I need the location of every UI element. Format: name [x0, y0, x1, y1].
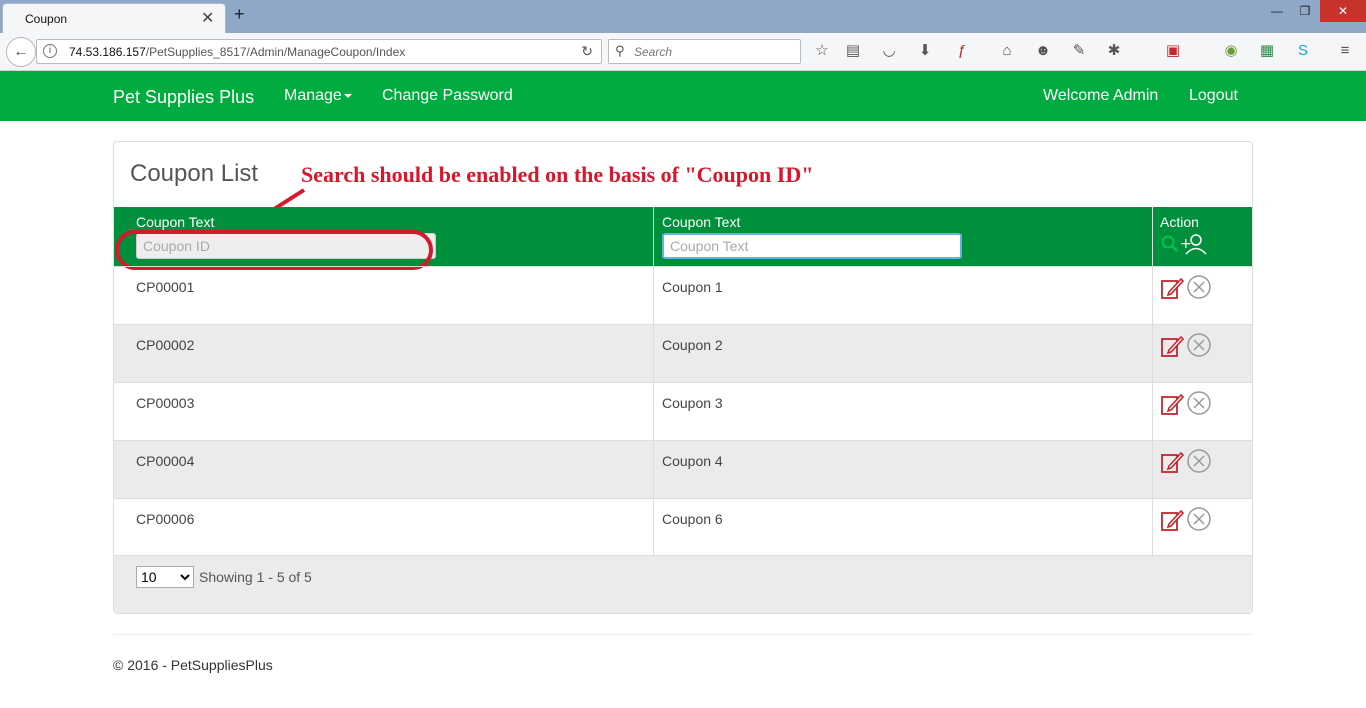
skype-icon[interactable]: S [1293, 41, 1313, 61]
edit-icon[interactable] [1160, 276, 1185, 303]
table-footer: 10 Showing 1 - 5 of 5 [114, 555, 1252, 613]
coupon-text: Coupon 2 [662, 337, 723, 353]
change-password-link[interactable]: Change Password [382, 87, 513, 105]
table-row: CP00003 Coupon 3 [114, 382, 1252, 440]
brand-link[interactable]: Pet Supplies Plus [113, 87, 254, 108]
coupon-id: CP00002 [136, 337, 195, 353]
browser-search-input[interactable]: ⚲ Search [608, 39, 801, 64]
coupon-text-cell: Coupon 3 [654, 383, 1153, 440]
edit-icon[interactable] [1160, 450, 1185, 477]
coupon-text-cell: Coupon 2 [654, 325, 1153, 382]
edit-icon[interactable] [1160, 392, 1185, 419]
coupon-text-filter[interactable] [662, 233, 962, 259]
delete-icon[interactable] [1186, 390, 1212, 419]
address-bar[interactable]: i 74.53.186.157/PetSupplies_8517/Admin/M… [36, 39, 602, 64]
divider [113, 634, 1253, 635]
extension-icon[interactable]: ◉ [1221, 41, 1241, 61]
coupon-id-cell: CP00001 [114, 267, 654, 324]
coupon-id: CP00004 [136, 453, 195, 469]
column-label: Coupon Text [136, 214, 215, 230]
coupon-list-panel: Coupon List Search should be enabled on … [113, 141, 1253, 614]
search-placeholder: Search [634, 45, 673, 59]
search-add-user-icons[interactable]: + [1159, 233, 1211, 257]
action-cell [1153, 267, 1252, 324]
bug-icon[interactable]: ✱ [1104, 41, 1124, 61]
caret-down-icon [343, 93, 352, 98]
table-row: CP00004 Coupon 4 [114, 440, 1252, 498]
coupon-text: Coupon 4 [662, 453, 723, 469]
delete-icon[interactable] [1186, 506, 1212, 535]
coupon-text: Coupon 1 [662, 279, 723, 295]
sheet-icon[interactable]: ▦ [1257, 41, 1277, 61]
action-cell [1153, 499, 1252, 556]
minimize-icon[interactable]: — [1262, 0, 1292, 22]
welcome-text: Welcome Admin [1043, 87, 1159, 104]
coupon-text: Coupon 6 [662, 511, 723, 527]
restore-icon[interactable]: ❐ [1290, 0, 1320, 22]
download-icon[interactable]: ⬇ [915, 41, 935, 61]
coupon-id: CP00006 [136, 511, 195, 527]
column-header-action: Action + [1153, 207, 1252, 266]
delete-icon[interactable] [1186, 274, 1212, 303]
bookmark-star-icon[interactable]: ☆ [812, 41, 832, 61]
manage-menu[interactable]: Manage [284, 87, 352, 105]
new-tab-button[interactable]: + [234, 4, 245, 25]
news-icon[interactable]: ▣ [1163, 41, 1183, 61]
screenshot-icon[interactable]: ✎ [1069, 41, 1089, 61]
table-row: CP00002 Coupon 2 [114, 324, 1252, 382]
reload-icon[interactable]: ↻ [581, 43, 593, 60]
delete-icon[interactable] [1186, 448, 1212, 477]
site-navbar: Pet Supplies Plus Manage Change Password… [0, 71, 1366, 121]
coupon-id-cell: CP00003 [114, 383, 654, 440]
showing-count: Showing 1 - 5 of 5 [199, 569, 312, 585]
url-text: 74.53.186.157/PetSupplies_8517/Admin/Man… [69, 45, 406, 59]
table-row: CP00006 Coupon 6 [114, 498, 1252, 556]
add-user-icon [1190, 234, 1202, 246]
action-cell [1153, 325, 1252, 382]
coupon-id-cell: CP00004 [114, 441, 654, 498]
search-icon: ⚲ [615, 43, 625, 58]
column-label: Action [1160, 214, 1199, 230]
coupon-text-cell: Coupon 6 [654, 499, 1153, 556]
home-icon[interactable]: ⌂ [997, 41, 1017, 61]
chat-icon[interactable]: ☻ [1033, 41, 1053, 61]
table-row: CP00001 Coupon 1 [114, 266, 1252, 324]
coupon-id: CP00003 [136, 395, 195, 411]
logout-link[interactable]: Logout [1189, 87, 1238, 105]
edit-icon[interactable] [1160, 508, 1185, 535]
reading-list-icon[interactable]: ▤ [843, 41, 863, 61]
tab-title: Coupon [25, 12, 68, 26]
coupon-text-cell: Coupon 1 [654, 267, 1153, 324]
pocket-icon[interactable]: ◡ [879, 41, 899, 61]
browser-toolbar: ← i 74.53.186.157/PetSupplies_8517/Admin… [0, 33, 1366, 71]
menu-icon[interactable]: ≡ [1335, 41, 1355, 61]
delete-icon[interactable] [1186, 332, 1212, 361]
browser-tab[interactable]: Coupon ✕ [2, 3, 226, 33]
action-cell [1153, 441, 1252, 498]
edit-icon[interactable] [1160, 334, 1185, 361]
back-arrow-icon[interactable]: ← [6, 37, 36, 67]
column-header-coupon-text: Coupon Text [654, 207, 1153, 266]
coupon-id: CP00001 [136, 279, 195, 295]
coupon-text-cell: Coupon 4 [654, 441, 1153, 498]
close-tab-icon[interactable]: ✕ [201, 8, 214, 28]
browser-tab-bar: Coupon ✕ + — ❐ ✕ [0, 0, 1366, 33]
flash-icon[interactable]: ƒ [952, 41, 972, 61]
coupon-text: Coupon 3 [662, 395, 723, 411]
column-label: Coupon Text [662, 214, 741, 230]
window-close-icon[interactable]: ✕ [1320, 0, 1366, 22]
page-size-select[interactable]: 10 [136, 566, 194, 588]
copyright: © 2016 - PetSuppliesPlus [113, 657, 273, 673]
coupon-id-cell: CP00002 [114, 325, 654, 382]
search-icon [1161, 235, 1175, 249]
action-cell [1153, 383, 1252, 440]
coupon-id-cell: CP00006 [114, 499, 654, 556]
info-icon[interactable]: i [43, 44, 57, 58]
